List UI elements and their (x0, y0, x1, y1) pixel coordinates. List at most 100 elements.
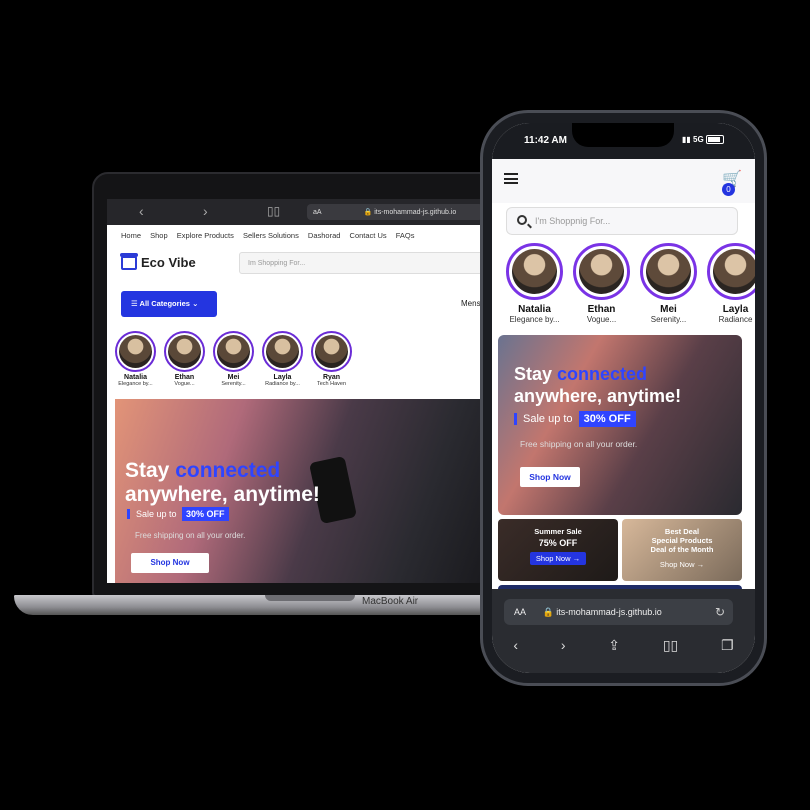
phone-url-bar[interactable]: AA 🔒 its-mohammad-js.github.io ↻ (504, 599, 733, 625)
story-subtitle: Serenity... (650, 315, 687, 324)
story-subtitle: Tech Haven (316, 381, 347, 387)
hero-title-line2: anywhere, anytime! (514, 386, 682, 406)
hero-banner: Stay connected anywhere, anytime! Sale u… (498, 335, 742, 515)
stories-row: Natalia Elegance by... Ethan Vogue... Me… (506, 243, 755, 324)
hero-title-accent: connected (175, 459, 281, 482)
story-item[interactable]: Ryan Tech Haven (311, 331, 352, 387)
story-item[interactable]: Mei Serenity... (213, 331, 254, 387)
hero-title-line2: anywhere, anytime! (125, 483, 320, 506)
logo[interactable]: Eco Vibe (120, 252, 196, 270)
all-categories-button[interactable]: ☰ All Categories ⌄ (121, 291, 217, 317)
tabs-icon[interactable]: ❐ (721, 637, 734, 654)
story-subtitle: Elegance by... (118, 381, 153, 387)
avatar (266, 335, 299, 368)
story-name: Natalia (518, 304, 551, 315)
status-bar: 11:42 AM ▮▮ 5G (492, 123, 755, 159)
forward-icon[interactable]: › (203, 203, 208, 219)
search-input[interactable]: I'm Shoppnig For... (506, 207, 738, 235)
cart-count-badge: 0 (722, 183, 735, 196)
nav-mens[interactable]: Mens (461, 299, 481, 308)
story-item[interactable]: Natalia Elegance by... (506, 243, 563, 324)
bookmarks-icon[interactable]: ▯▯ (663, 637, 678, 654)
top-nav: Home Shop Explore Products Sellers Solut… (121, 231, 422, 240)
signal-bars-icon: ▮▮ (682, 135, 694, 144)
story-avatar-ring (311, 331, 352, 372)
app-header: 🛒 0 (492, 159, 755, 203)
nav-home[interactable]: Home (121, 231, 141, 240)
story-item[interactable]: Ethan Vogue... (573, 243, 630, 324)
laptop-url-bar[interactable]: aA 🔒 its-mohammad-js.github.io (307, 204, 483, 220)
hero-title: Stay connected anywhere, anytime! (125, 459, 320, 507)
hero-title: Stay connected anywhere, anytime! (514, 363, 681, 407)
battery-icon (706, 135, 724, 144)
story-name: Layla (722, 304, 749, 315)
share-icon[interactable]: ⇪ (608, 637, 620, 654)
browser-toolbar: ‹ › ⇪ ▯▯ ❐ (492, 637, 755, 654)
menu-icon: ☰ (131, 299, 140, 308)
promo-shop-now-label: Shop Now (659, 560, 695, 569)
promo-shop-now-button[interactable]: Shop Now → (654, 558, 710, 571)
promo-shop-now-button[interactable]: Shop Now → (529, 552, 587, 565)
nav-shop[interactable]: Shop (150, 231, 168, 240)
bookmarks-icon[interactable]: ▯▯ (267, 204, 280, 218)
nav-sellers-solutions[interactable]: Sellers Solutions (243, 231, 299, 240)
laptop-browser-bar: ‹ › ▯▯ aA 🔒 its-mohammad-js.github.io (107, 199, 483, 225)
hero-banner: Stay connected anywhere, anytime! Sale u… (115, 399, 483, 583)
text-size-button[interactable]: aA (313, 209, 322, 216)
story-subtitle: Radiance by... (265, 381, 300, 387)
text-size-button[interactable]: AA (514, 607, 526, 617)
story-item[interactable]: Natalia Elegance by... (115, 331, 156, 387)
sale-line: Sale up to 30% OFF (127, 507, 229, 521)
hero-title-accent: connected (557, 364, 648, 384)
logo-text: Eco Vibe (141, 255, 196, 270)
promo-card-summer-sale[interactable]: Summer Sale 75% OFF Shop Now → (498, 519, 618, 581)
story-avatar-ring (573, 243, 630, 300)
story-name: Mei (227, 374, 240, 381)
avatar (579, 249, 624, 294)
stories-row: Natalia Elegance by... Ethan Vogue... Me… (115, 331, 352, 387)
avatar (512, 249, 557, 294)
nav-dashboard[interactable]: Dashorad (308, 231, 341, 240)
avatar (646, 249, 691, 294)
story-subtitle: Vogue... (586, 315, 617, 324)
laptop-screen: ‹ › ▯▯ aA 🔒 its-mohammad-js.github.io Ho… (107, 199, 483, 583)
shop-now-button[interactable]: Shop Now (520, 467, 580, 487)
arrow-right-icon: → (696, 560, 705, 569)
story-name: Mei (660, 304, 677, 315)
lock-icon: 🔒 (363, 209, 373, 216)
shop-now-button[interactable]: Shop Now (131, 553, 209, 573)
promo-card-best-deal[interactable]: Best Deal Special Products Deal of the M… (622, 519, 742, 581)
forward-icon[interactable]: › (561, 637, 566, 654)
reload-icon[interactable]: ↻ (715, 605, 725, 619)
safari-bottom-bar: AA 🔒 its-mohammad-js.github.io ↻ ‹ › ⇪ ▯… (492, 589, 755, 673)
signal-indicator: ▮▮ 5G (682, 135, 704, 144)
story-item[interactable]: Layla Radiance (707, 243, 755, 324)
nav-contact-us[interactable]: Contact Us (350, 231, 387, 240)
nav-faqs[interactable]: FAQs (396, 231, 415, 240)
story-name: Ethan (587, 304, 616, 315)
url-text: its-mohammad-js.github.io (374, 209, 457, 216)
back-icon[interactable]: ‹ (513, 637, 518, 654)
back-icon[interactable]: ‹ (139, 203, 144, 219)
story-avatar-ring (262, 331, 303, 372)
story-item[interactable]: Ethan Vogue... (164, 331, 205, 387)
story-subtitle: Serenity... (221, 381, 246, 387)
search-placeholder: I'm Shoppnig For... (535, 216, 611, 226)
nav-explore-products[interactable]: Explore Products (177, 231, 234, 240)
story-item[interactable]: Layla Radiance by... (262, 331, 303, 387)
hero-title-pre: Stay (125, 459, 176, 482)
story-item[interactable]: Mei Serenity... (640, 243, 697, 324)
search-input[interactable]: Im Shopping For... (239, 252, 483, 274)
sale-text: Sale up to (523, 413, 573, 425)
hamburger-menu-icon[interactable] (504, 173, 518, 184)
story-name: Ethan (174, 374, 195, 381)
avatar (119, 335, 152, 368)
url-text: its-mohammad-js.github.io (556, 607, 662, 617)
avatar (217, 335, 250, 368)
status-time: 11:42 AM (524, 135, 567, 146)
laptop-notch (265, 595, 355, 601)
model-label: MacBook Air (362, 596, 419, 607)
hero-title-pre: Stay (514, 364, 558, 384)
arrow-right-icon: → (572, 554, 581, 563)
story-avatar-ring (115, 331, 156, 372)
